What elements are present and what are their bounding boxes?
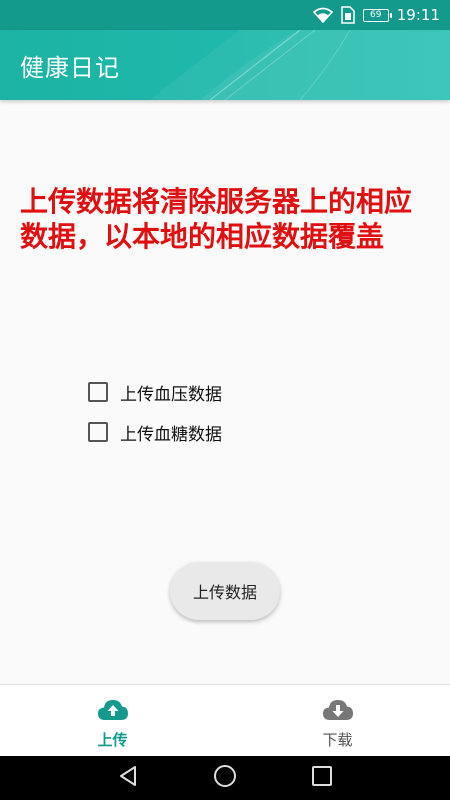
nav-label: 下载 <box>322 731 353 749</box>
bottom-nav: 上传 下载 <box>0 684 450 756</box>
checkbox[interactable] <box>88 422 108 442</box>
option-upload-blood-pressure[interactable]: 上传血压数据 <box>88 378 222 406</box>
wifi-icon <box>312 7 333 23</box>
home-icon[interactable] <box>213 764 237 792</box>
recents-icon[interactable] <box>311 765 333 791</box>
battery-icon: 69 <box>362 8 392 22</box>
app-bar: 健康日记 <box>0 30 450 100</box>
app-title: 健康日记 <box>20 54 120 82</box>
nav-item-upload[interactable]: 上传 <box>0 685 225 756</box>
checkbox[interactable] <box>88 382 108 402</box>
nav-item-download[interactable]: 下载 <box>225 685 450 756</box>
cloud-download-icon <box>322 699 354 725</box>
option-label: 上传血糖数据 <box>120 424 222 445</box>
back-icon[interactable] <box>117 765 139 791</box>
option-upload-blood-sugar[interactable]: 上传血糖数据 <box>88 418 222 446</box>
system-nav-bar <box>0 756 450 800</box>
status-bar: 69 19:11 <box>0 0 450 30</box>
nav-label: 上传 <box>97 731 128 749</box>
upload-data-button[interactable]: 上传数据 <box>170 562 280 620</box>
status-time: 19:11 <box>396 6 440 24</box>
option-label: 上传血压数据 <box>120 384 222 405</box>
warning-message: 上传数据将清除服务器上的相应数据，以本地的相应数据覆盖 <box>20 185 413 253</box>
cloud-upload-icon <box>97 699 129 725</box>
sim-icon <box>341 6 355 24</box>
